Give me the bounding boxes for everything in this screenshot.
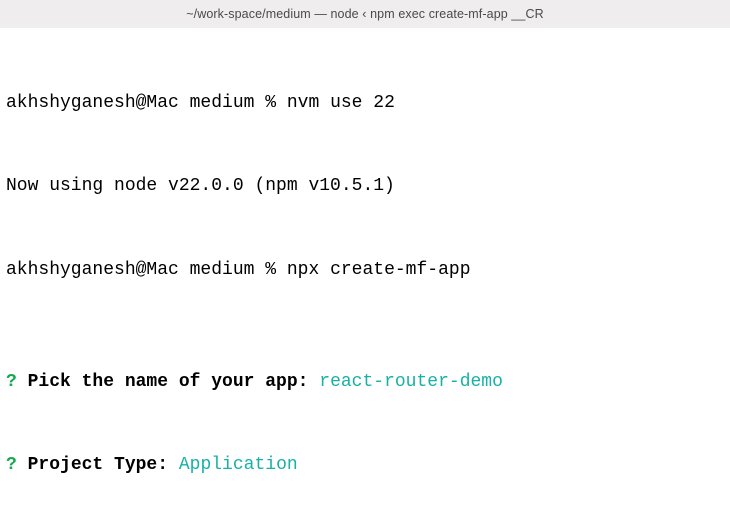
command-text: npx create-mf-app [287, 260, 471, 280]
window-titlebar: ~/work-space/medium — node ‹ npm exec cr… [0, 0, 730, 28]
prompt-app-name: ? Pick the name of your app: react-route… [6, 369, 726, 397]
terminal-body[interactable]: akhshyganesh@Mac medium % nvm use 22 Now… [0, 28, 730, 520]
shell-prompt: akhshyganesh@Mac medium % [6, 93, 287, 113]
terminal-line-1: akhshyganesh@Mac medium % nvm use 22 [6, 90, 726, 118]
question-mark-icon: ? [6, 372, 17, 392]
prompt-label: Project Type: [17, 455, 168, 475]
shell-prompt: akhshyganesh@Mac medium % [6, 260, 287, 280]
prompt-answer: Application [168, 455, 298, 475]
terminal-line-3: akhshyganesh@Mac medium % npx create-mf-… [6, 257, 726, 285]
question-mark-icon: ? [6, 455, 17, 475]
prompt-project-type: ? Project Type: Application [6, 452, 726, 480]
node-version-output: Now using node v22.0.0 (npm v10.5.1) [6, 176, 395, 196]
prompt-answer: react-router-demo [308, 372, 502, 392]
window-title-text: ~/work-space/medium — node ‹ npm exec cr… [186, 7, 543, 21]
terminal-line-2: Now using node v22.0.0 (npm v10.5.1) [6, 173, 726, 201]
command-text: nvm use 22 [287, 93, 395, 113]
prompt-label: Pick the name of your app: [17, 372, 309, 392]
